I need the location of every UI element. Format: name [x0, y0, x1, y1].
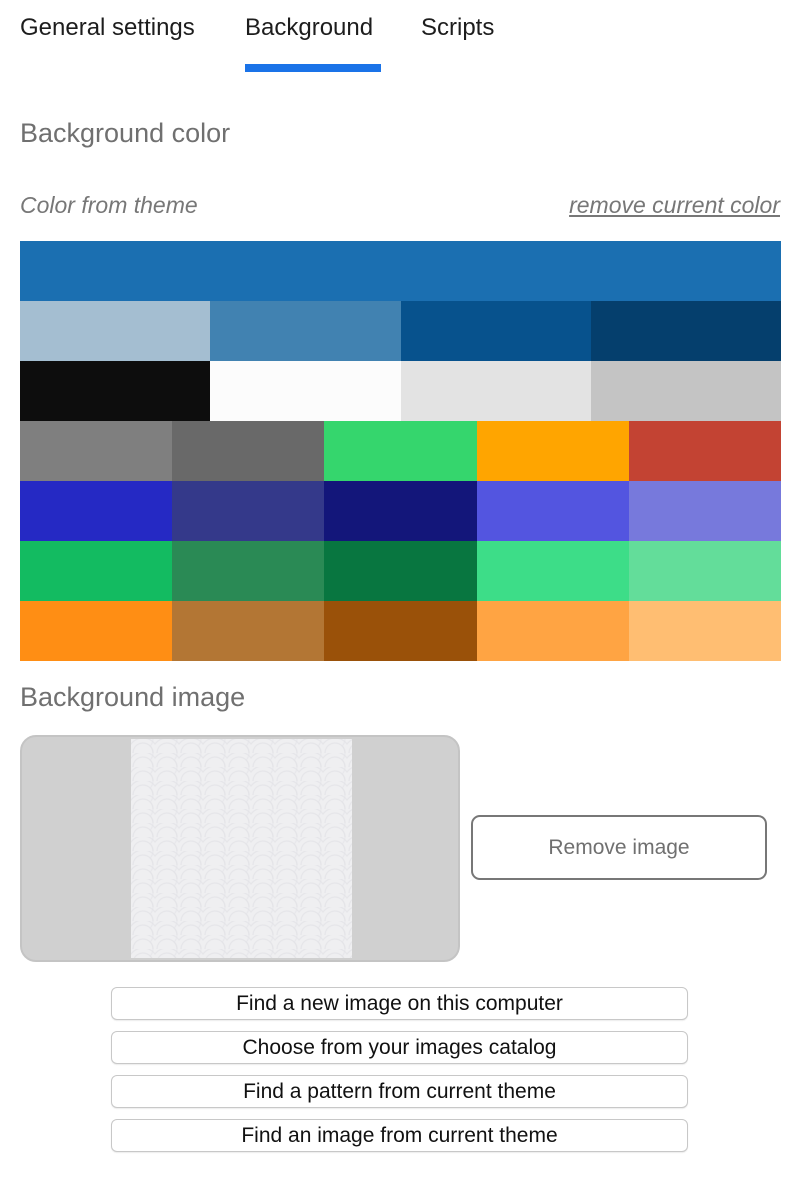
- color-swatch[interactable]: [210, 301, 401, 361]
- tab-bar: General settings Background Scripts: [0, 0, 806, 80]
- color-palette: [20, 241, 782, 661]
- background-color-heading: Background color: [20, 118, 231, 148]
- color-swatch[interactable]: [628, 541, 782, 601]
- color-swatch[interactable]: [172, 481, 325, 541]
- remove-image-button[interactable]: Remove image: [471, 815, 767, 880]
- palette-row: [20, 601, 782, 661]
- palette-row: [20, 361, 781, 421]
- color-from-theme-label: Color from theme: [20, 192, 198, 218]
- find-image-theme-button[interactable]: Find an image from current theme: [111, 1119, 688, 1152]
- background-image-heading: Background image: [20, 682, 246, 712]
- choose-from-catalog-button[interactable]: Choose from your images catalog: [111, 1031, 688, 1064]
- color-swatch[interactable]: [628, 481, 782, 541]
- color-swatch[interactable]: [172, 541, 325, 601]
- find-new-image-computer-button[interactable]: Find a new image on this computer: [111, 987, 688, 1020]
- color-swatch[interactable]: [20, 601, 173, 661]
- color-swatch[interactable]: [324, 481, 477, 541]
- color-swatch[interactable]: [476, 601, 629, 661]
- color-swatch[interactable]: [628, 601, 782, 661]
- color-swatch[interactable]: [20, 361, 211, 421]
- color-swatch[interactable]: [400, 361, 591, 421]
- background-image-preview: [20, 735, 460, 962]
- color-swatch[interactable]: [476, 481, 629, 541]
- color-swatch[interactable]: [590, 301, 781, 361]
- color-swatch[interactable]: [476, 541, 629, 601]
- color-swatch[interactable]: [324, 601, 477, 661]
- color-swatch[interactable]: [20, 421, 173, 481]
- active-tab-indicator: [245, 64, 381, 72]
- find-pattern-theme-button[interactable]: Find a pattern from current theme: [111, 1075, 688, 1108]
- color-swatch[interactable]: [172, 421, 325, 481]
- pattern-image: [131, 739, 352, 958]
- color-swatch[interactable]: [20, 481, 173, 541]
- palette-row: [20, 421, 782, 481]
- color-swatch[interactable]: [400, 301, 591, 361]
- tab-background[interactable]: Background: [245, 12, 373, 44]
- tab-general-settings[interactable]: General settings: [20, 12, 195, 44]
- palette-row: [20, 481, 782, 541]
- color-swatch[interactable]: [476, 421, 629, 481]
- color-swatch[interactable]: [20, 301, 211, 361]
- color-swatch[interactable]: [210, 361, 401, 421]
- tab-scripts[interactable]: Scripts: [421, 12, 494, 44]
- color-swatch[interactable]: [628, 421, 782, 481]
- color-swatch[interactable]: [590, 361, 781, 421]
- color-swatch[interactable]: [20, 241, 781, 301]
- color-swatch[interactable]: [324, 541, 477, 601]
- color-swatch[interactable]: [172, 601, 325, 661]
- palette-row: [20, 301, 781, 361]
- color-swatch[interactable]: [20, 541, 173, 601]
- remove-current-color-link[interactable]: remove current color: [569, 192, 780, 219]
- palette-row: [20, 541, 782, 601]
- color-swatch[interactable]: [324, 421, 477, 481]
- palette-row: [20, 241, 781, 301]
